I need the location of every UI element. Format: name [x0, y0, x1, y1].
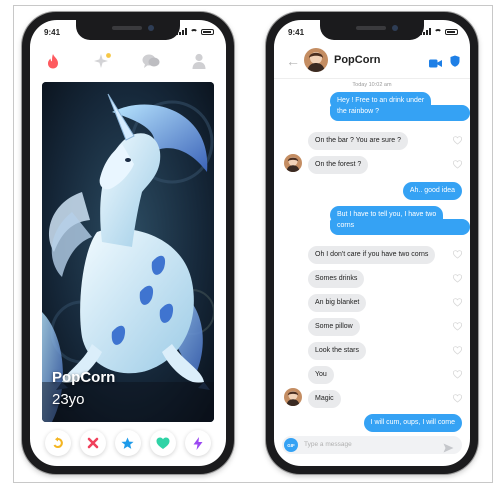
- status-icons: [420, 28, 458, 35]
- like-heart-icon: [156, 437, 170, 449]
- wifi-icon: [434, 28, 442, 35]
- swipe-actions: [30, 430, 226, 460]
- chat-title: PopCorn: [334, 54, 381, 66]
- status-time: 9:41: [288, 28, 305, 37]
- message-bubble: Some pillow: [308, 318, 360, 336]
- battery-icon: [201, 28, 214, 35]
- message-bubble: the rainbow ?: [330, 105, 470, 121]
- profile-card[interactable]: PopCorn 23yo: [42, 82, 214, 422]
- battery-icon: [445, 28, 458, 35]
- message-bubble: Oh I don't care if you have two corns: [308, 246, 436, 264]
- rewind-button[interactable]: [44, 430, 71, 456]
- like-heart-icon[interactable]: [453, 298, 462, 307]
- rewind-icon: [53, 437, 63, 448]
- notch: [76, 20, 180, 40]
- avatar: [284, 388, 302, 406]
- like-heart-icon[interactable]: [453, 160, 462, 169]
- right-phone: 9:41 ← PopCorn Today 10:02 am Hey ! Free…: [266, 12, 478, 474]
- avatar: [284, 154, 302, 172]
- like-heart-icon[interactable]: [453, 346, 462, 355]
- left-screen: 9:41 PopCorn 23yo: [30, 20, 226, 466]
- video-icon[interactable]: [429, 55, 442, 73]
- right-screen: 9:41 ← PopCorn Today 10:02 am Hey ! Free…: [274, 20, 470, 466]
- message-bubble: An big blanket: [308, 294, 367, 312]
- message-bubble: I will cum, oups, I will come: [363, 414, 462, 432]
- message-bubble: You: [308, 366, 334, 384]
- status-icons: [176, 28, 214, 35]
- back-icon[interactable]: ←: [286, 53, 300, 69]
- message-bubble: On the bar ? You are sure ?: [308, 132, 409, 150]
- like-heart-icon[interactable]: [453, 274, 462, 283]
- flame-icon[interactable]: [44, 52, 62, 70]
- chat-timestamp: Today 10:02 am: [352, 82, 392, 88]
- gif-button[interactable]: GIF: [284, 438, 298, 452]
- message-bubble: Somes drinks: [308, 270, 365, 288]
- top-nav: [30, 46, 226, 76]
- send-icon[interactable]: [443, 440, 454, 458]
- shield-icon[interactable]: [450, 54, 460, 72]
- message-composer[interactable]: GIF Type a message: [282, 436, 462, 454]
- message-bubble: Ah.. good idea: [402, 182, 462, 200]
- superlike-button[interactable]: [114, 430, 141, 456]
- message-bubble: Magic: [308, 390, 341, 408]
- boost-button[interactable]: [185, 430, 212, 456]
- like-button[interactable]: [150, 430, 177, 456]
- chat-header: ← PopCorn: [274, 44, 470, 79]
- notch: [320, 20, 424, 40]
- status-time: 9:41: [44, 28, 61, 37]
- like-heart-icon[interactable]: [453, 394, 462, 403]
- message-bubble: On the forest ?: [308, 156, 369, 174]
- nope-button[interactable]: [79, 430, 106, 456]
- message-bubble: corns: [330, 219, 470, 235]
- like-heart-icon[interactable]: [453, 370, 462, 379]
- like-heart-icon[interactable]: [453, 322, 462, 331]
- nope-icon: [87, 437, 99, 449]
- like-heart-icon[interactable]: [453, 250, 462, 259]
- message-bubble: Look the stars: [308, 342, 366, 360]
- sparkle-icon[interactable]: [94, 52, 112, 70]
- profile-name: PopCorn: [52, 369, 116, 386]
- avatar[interactable]: [304, 48, 328, 72]
- left-phone: 9:41 PopCorn 23yo: [22, 12, 234, 474]
- chat-bubbles-icon[interactable]: [142, 52, 160, 70]
- profile-age: 23yo: [52, 391, 85, 408]
- profile-icon[interactable]: [190, 52, 208, 70]
- wifi-icon: [190, 28, 198, 35]
- boost-bolt-icon: [193, 436, 203, 450]
- like-heart-icon[interactable]: [453, 136, 462, 145]
- message-input[interactable]: Type a message: [304, 441, 352, 448]
- superlike-star-icon: [121, 437, 135, 449]
